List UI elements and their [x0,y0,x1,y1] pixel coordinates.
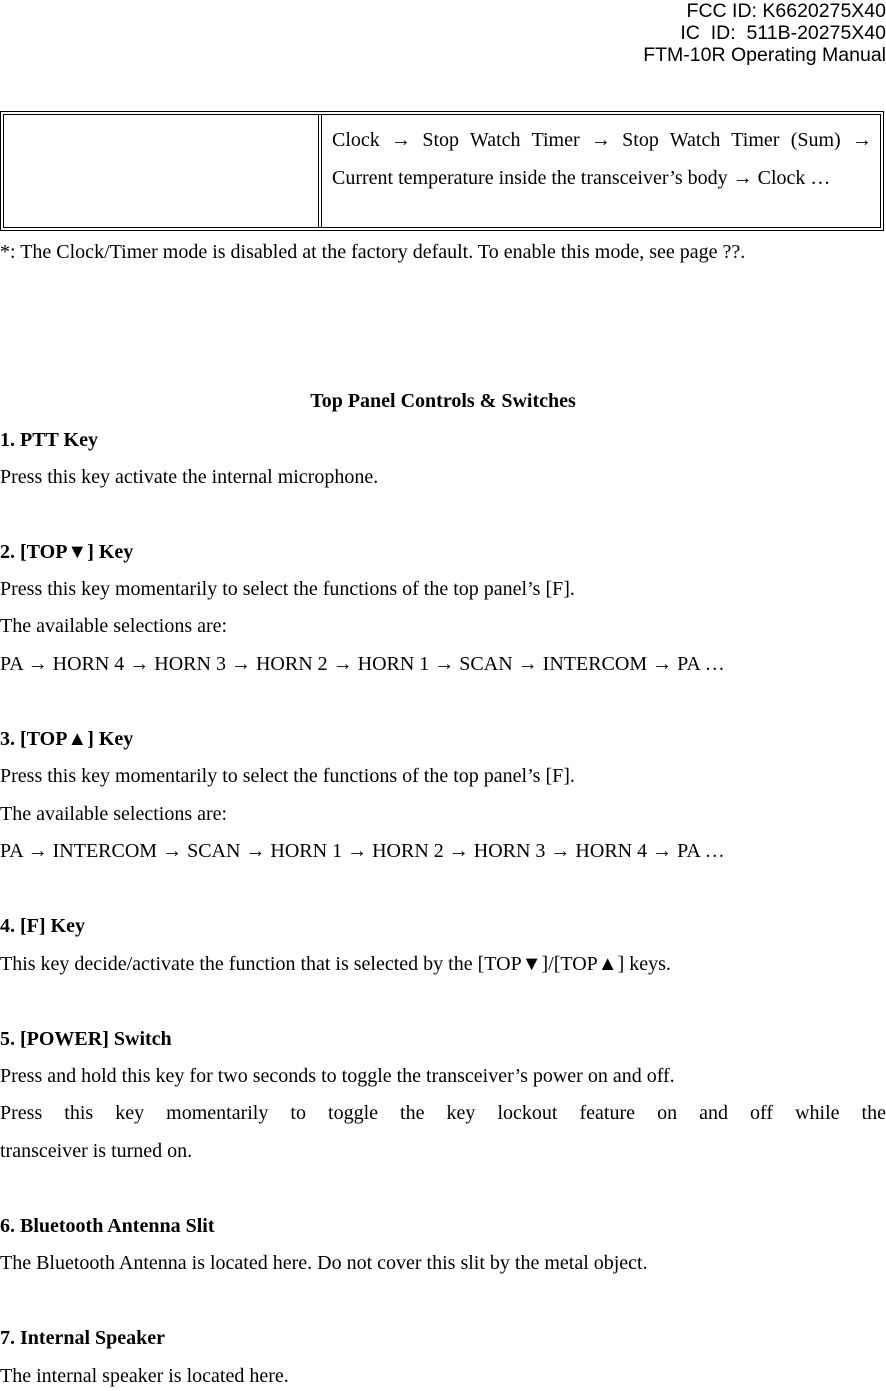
item-text: The available selections are: [0,615,228,637]
item-heading-top-down-key: 2. [TOP▼] Key [0,541,134,563]
item-text: Press this key activate the internal mic… [0,466,379,488]
item-heading-top-up-key: 3. [TOP▲] Key [0,728,134,750]
ic-id: IC ID: 511B-20275X40 [680,22,886,44]
item-text: The available selections are: [0,803,228,825]
item-text: PA → HORN 4 → HORN 3 → HORN 2 → HORN 1 →… [0,653,725,675]
item-text: This key decide/activate the function th… [0,953,671,975]
item-text: Press and hold this key for two seconds … [0,1065,675,1087]
item-heading-power-switch: 5. [POWER] Switch [0,1028,172,1050]
item-heading-bluetooth-antenna-slit: 6. Bluetooth Antenna Slit [0,1215,215,1237]
footnote: *: The Clock/Timer mode is disabled at t… [0,241,746,263]
page-header: FCC ID: K6620275X40 IC ID: 511B-20275X40… [643,0,886,66]
item-heading-ptt-key: 1. PTT Key [0,429,98,451]
fcc-id: FCC ID: K6620275X40 [686,0,886,22]
item-text: PA → INTERCOM → SCAN → HORN 1 → HORN 2 →… [0,840,725,862]
clock-mode-table: Clock → Stop Watch Timer → Stop Watch Ti… [0,111,884,231]
item-text: The Bluetooth Antenna is located here. D… [0,1252,648,1274]
item-heading-internal-speaker: 7. Internal Speaker [0,1327,165,1349]
manual-title: FTM-10R Operating Manual [643,44,886,66]
item-heading-f-key: 4. [F] Key [0,915,85,937]
table-row: Clock → Stop Watch Timer → Stop Watch Ti… [4,115,880,227]
item-text: transceiver is turned on. [0,1140,193,1162]
table-cell-left [4,115,322,227]
item-text: Press this key momentarily to select the… [0,578,575,600]
item-text: Press this key momentarily to select the… [0,765,575,787]
section-title: Top Panel Controls & Switches [310,390,576,412]
table-cell-right: Clock → Stop Watch Timer → Stop Watch Ti… [332,129,872,189]
item-text: Press this key momentarily to toggle the… [0,1102,886,1124]
